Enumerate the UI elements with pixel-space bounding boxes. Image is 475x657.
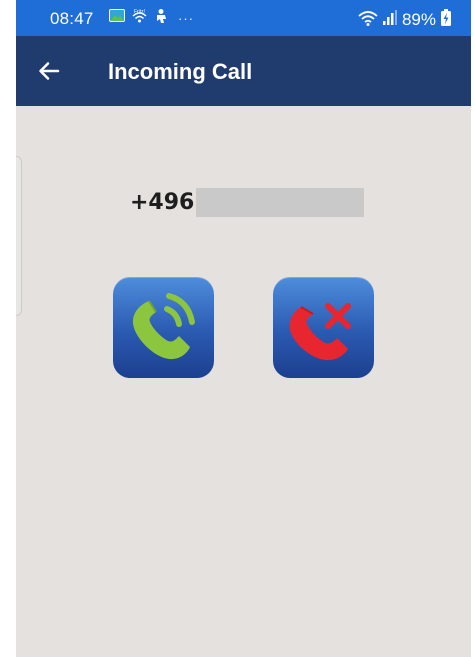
back-button[interactable] [36, 58, 62, 84]
arrow-left-icon [39, 62, 60, 80]
app-bar: Incoming Call [16, 36, 471, 106]
side-panel-handle[interactable] [16, 156, 22, 316]
status-system-icons: 89% [358, 9, 451, 31]
battery-charging-icon [441, 9, 451, 31]
status-time: 08:47 [50, 9, 94, 28]
redacted-number-block [196, 187, 365, 217]
decline-call-button[interactable] [273, 277, 374, 378]
caller-number: +496 [130, 189, 195, 215]
phone-accept-icon [132, 293, 195, 360]
battery-percent: 89% [401, 10, 436, 29]
gallery-icon [109, 9, 125, 27]
person-icon [154, 8, 168, 29]
incoming-call-screen: 08:47 Fritz! ··· 89% Incoming Call +496 [16, 0, 471, 657]
more-notifications-indicator: ··· [178, 10, 194, 26]
caller-info: +496 [130, 187, 365, 217]
status-notification-icons: Fritz! ··· [109, 7, 194, 29]
fritz-wifi-icon: Fritz! [131, 7, 148, 29]
page-title: Incoming Call [108, 59, 253, 84]
phone-decline-icon [289, 303, 351, 361]
wifi-icon [358, 10, 378, 31]
status-bar: 08:47 Fritz! ··· 89% [16, 0, 471, 36]
signal-icon [382, 10, 397, 30]
accept-call-button[interactable] [113, 277, 214, 378]
